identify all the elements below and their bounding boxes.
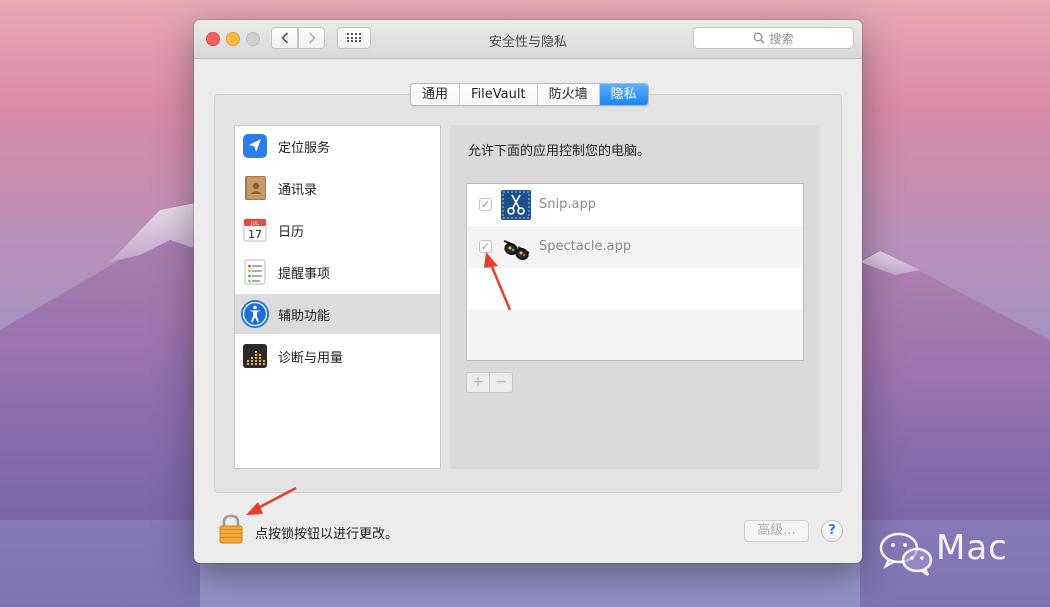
contacts-book-icon	[245, 176, 266, 200]
calendar-icon: JUL 17	[243, 218, 267, 242]
accessibility-description: 允许下面的应用控制您的电脑。	[468, 144, 651, 159]
app-name: Snip.app	[539, 197, 596, 212]
spectacle-checkbox[interactable]: ✓	[479, 240, 492, 253]
location-arrow-icon	[243, 134, 267, 158]
tab-firewall[interactable]: 防火墙	[537, 84, 600, 105]
sidebar-item-reminders[interactable]: 提醒事项	[235, 252, 440, 292]
app-row-snip: ✓ Snip.app	[467, 184, 803, 226]
title-bar: 安全性与隐私 搜索	[194, 20, 862, 59]
wechat-logo-icon	[879, 532, 933, 577]
svg-text:17: 17	[248, 228, 262, 241]
sidebar-item-label: 定位服务	[278, 141, 331, 156]
svg-text:JUL: JUL	[250, 221, 259, 227]
snip-checkbox[interactable]: ✓	[479, 198, 492, 211]
app-row-spectacle: ✓ Spectacle.app	[467, 226, 803, 268]
sidebar-item-calendar[interactable]: JUL 17 日历	[235, 210, 440, 250]
search-field[interactable]: 搜索	[693, 27, 854, 49]
sidebar-item-label: 提醒事项	[278, 267, 331, 282]
sidebar-item-location-services[interactable]: 定位服务	[235, 126, 440, 166]
search-placeholder: 搜索	[769, 31, 794, 46]
advanced-button[interactable]: 高级...	[744, 520, 809, 542]
security-privacy-window: 安全性与隐私 搜索 通用 FileVault 防火墙 隐私 定位服务 通讯录 J…	[194, 20, 862, 563]
tab-general[interactable]: 通用	[411, 84, 461, 105]
tab-privacy[interactable]: 隐私	[599, 84, 648, 105]
search-icon	[754, 32, 765, 44]
watermark-text: Mac	[936, 528, 1008, 568]
lock-instruction: 点按锁按钮以进行更改。	[255, 527, 399, 542]
sidebar-item-label: 通讯录	[278, 183, 318, 198]
accessibility-detail-pane: 允许下面的应用控制您的电脑。 ✓ Snip.app ✓ Spectacle.ap…	[450, 125, 820, 469]
tab-bar: 通用 FileVault 防火墙 隐私	[410, 83, 649, 106]
privacy-category-list: 定位服务 通讯录 JUL 17 日历 提醒事项 辅助功能 诊断与用量	[234, 125, 441, 469]
snip-scissors-icon	[501, 190, 531, 220]
sidebar-item-label: 日历	[278, 225, 305, 240]
app-row-empty	[467, 268, 803, 310]
sidebar-item-diagnostics[interactable]: 诊断与用量	[235, 336, 440, 376]
diagnostics-icon	[243, 344, 267, 368]
accessibility-icon	[241, 300, 269, 328]
remove-app-button[interactable]: −	[490, 373, 512, 392]
lock-icon[interactable]	[218, 514, 244, 544]
add-app-button[interactable]: +	[467, 373, 490, 392]
tab-filevault[interactable]: FileVault	[460, 84, 538, 105]
sidebar-item-accessibility[interactable]: 辅助功能	[235, 294, 440, 334]
app-name: Spectacle.app	[539, 239, 632, 254]
sidebar-item-label: 辅助功能	[278, 309, 331, 324]
app-row-empty	[467, 310, 803, 360]
reminders-icon	[244, 259, 266, 285]
sidebar-item-contacts[interactable]: 通讯录	[235, 168, 440, 208]
spectacle-glasses-icon	[503, 240, 530, 260]
sidebar-item-label: 诊断与用量	[278, 351, 344, 366]
add-remove-control: + −	[466, 372, 513, 393]
app-list: ✓ Snip.app ✓ Spectacle.app	[466, 183, 804, 361]
help-button[interactable]: ?	[821, 520, 843, 542]
